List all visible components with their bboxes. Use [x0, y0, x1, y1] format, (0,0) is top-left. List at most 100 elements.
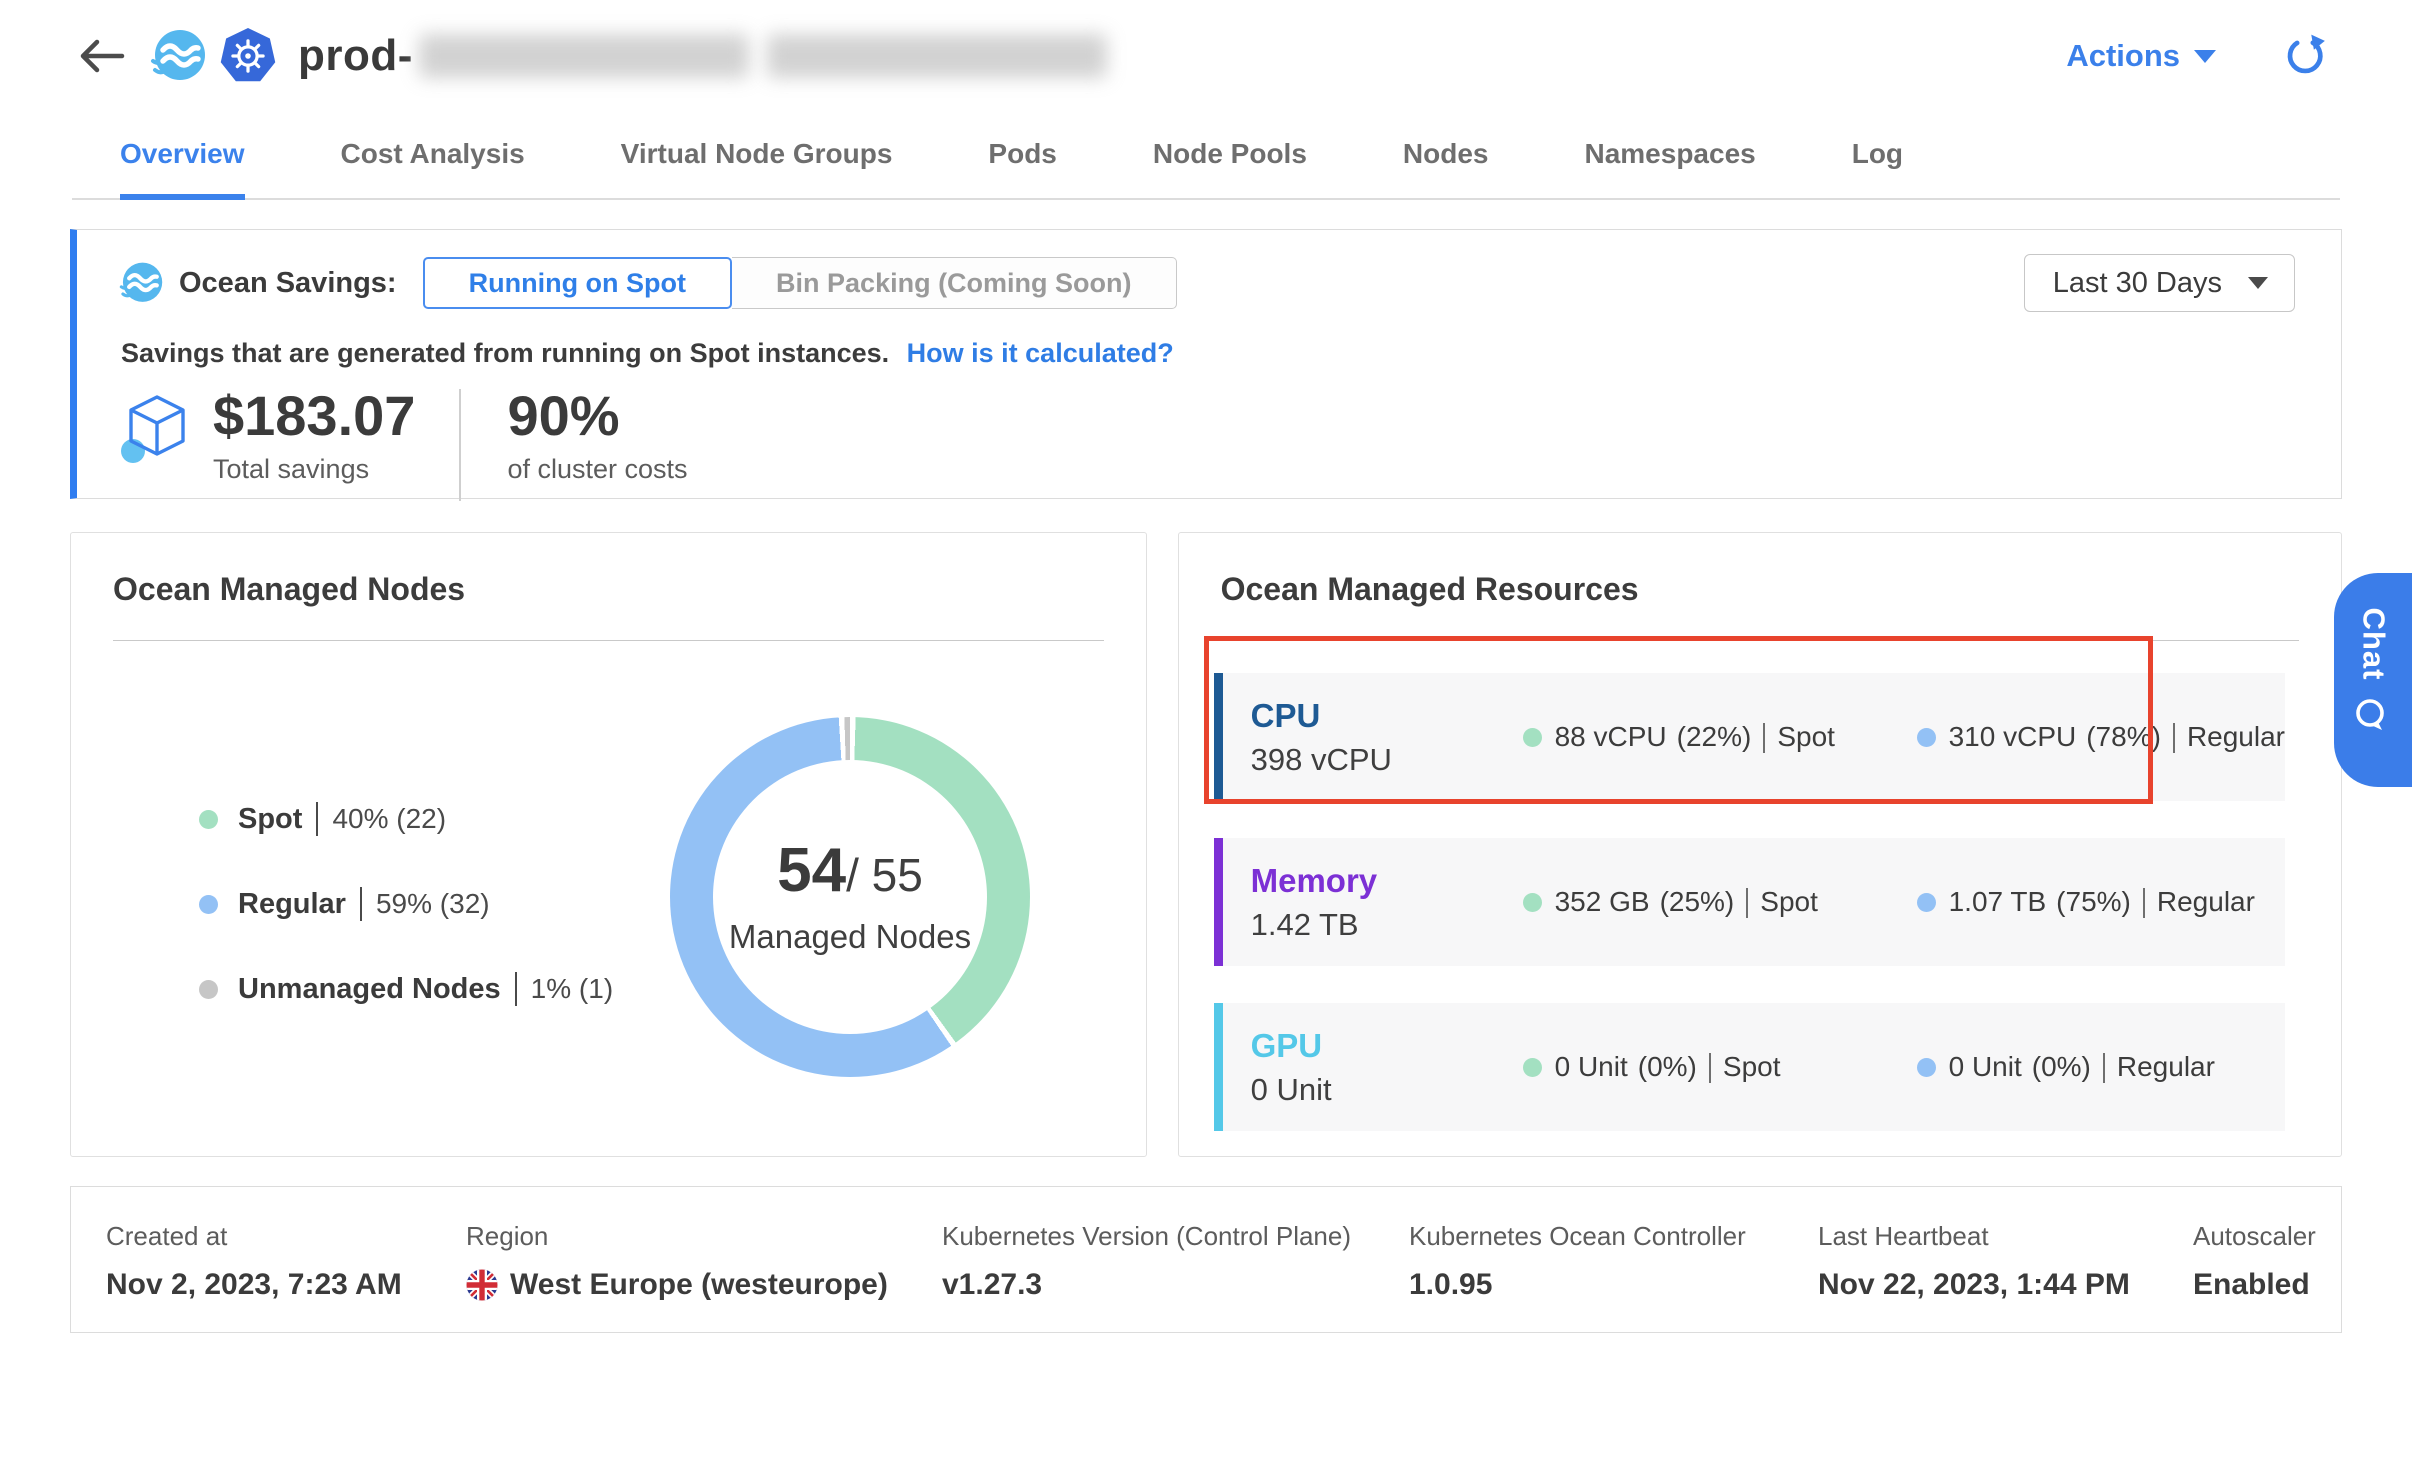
- actions-button-label: Actions: [2066, 38, 2180, 74]
- tab-node-pools[interactable]: Node Pools: [1153, 112, 1307, 200]
- legend-item-spot: Spot 40% (22): [199, 801, 613, 837]
- memory-name: Memory: [1251, 862, 1523, 900]
- gpu-accent-bar: [1214, 1003, 1223, 1131]
- legend-value: 59% (32): [376, 888, 490, 920]
- total-savings-label: Total savings: [213, 454, 415, 485]
- tab-cost-analysis[interactable]: Cost Analysis: [341, 112, 525, 200]
- legend-separator: [360, 887, 362, 921]
- uk-flag-icon: [466, 1269, 498, 1301]
- ocean-controller-col: Kubernetes Ocean Controller 1.0.95: [1409, 1221, 1818, 1332]
- legend-item-unmanaged: Unmanaged Nodes 1% (1): [199, 971, 613, 1007]
- cpu-stats: 88 vCPU(22%)Spot 310 vCPU(78%)Regular: [1523, 721, 2285, 753]
- memory-stats: 352 GB(25%)Spot 1.07 TB(75%)Regular: [1523, 886, 2255, 918]
- tab-pods[interactable]: Pods: [988, 112, 1056, 200]
- memory-regular-stat: 1.07 TB(75%)Regular: [1917, 886, 2255, 918]
- refresh-icon: [2282, 33, 2328, 79]
- ocean-cluster-overview-page: prod- Actions Overview Cost Analysis Vir…: [0, 0, 2412, 1478]
- nodes-card-title: Ocean Managed Nodes: [71, 533, 1146, 608]
- back-arrow-icon[interactable]: [76, 30, 128, 82]
- ocean-managed-resources-card: Ocean Managed Resources CPU 398 vCPU 88 …: [1178, 532, 2342, 1157]
- refresh-button[interactable]: [2282, 33, 2328, 79]
- memory-regular-text: 1.07 TB(75%)Regular: [1949, 886, 2255, 918]
- cluster-name-prefix: prod-: [298, 31, 413, 81]
- info-label: Kubernetes Version (Control Plane): [942, 1221, 1409, 1252]
- created-at-col: Created at Nov 2, 2023, 7:23 AM: [106, 1221, 466, 1332]
- info-label: Region: [466, 1221, 942, 1252]
- tab-log[interactable]: Log: [1852, 112, 1903, 200]
- gpu-stats: 0 Unit(0%)Spot 0 Unit(0%)Regular: [1523, 1051, 2253, 1083]
- legend-item-regular: Regular 59% (32): [199, 886, 613, 922]
- ocean-managed-nodes-card: Ocean Managed Nodes Spot 40% (22) Regula…: [70, 532, 1147, 1157]
- cpu-name: CPU: [1251, 697, 1523, 735]
- info-label: Kubernetes Ocean Controller: [1409, 1221, 1818, 1252]
- spot-dot-icon: [1523, 893, 1542, 912]
- donut-caption: Managed Nodes: [729, 916, 971, 959]
- chat-button[interactable]: Chat: [2334, 573, 2412, 787]
- cpu-resource-row: CPU 398 vCPU 88 vCPU(22%)Spot 310 vCPU(7…: [1214, 673, 2285, 801]
- last-heartbeat-value: Nov 22, 2023, 1:44 PM: [1818, 1268, 2193, 1302]
- cpu-accent-bar: [1214, 673, 1223, 801]
- legend-label: Unmanaged Nodes: [238, 973, 501, 1006]
- date-range-value: Last 30 Days: [2053, 267, 2222, 300]
- chevron-down-icon: [2248, 277, 2268, 289]
- gpu-regular-text: 0 Unit(0%)Regular: [1949, 1051, 2215, 1083]
- nodes-legend: Spot 40% (22) Regular 59% (32) Unmanaged…: [199, 801, 613, 1007]
- memory-spot-stat: 352 GB(25%)Spot: [1523, 886, 1859, 918]
- card-divider: [113, 640, 1104, 641]
- savings-description: Savings that are generated from running …: [121, 338, 889, 368]
- donut-center: 54/ 55 Managed Nodes: [713, 760, 987, 1034]
- legend-label: Spot: [238, 803, 302, 836]
- gpu-resource-row: GPU 0 Unit 0 Unit(0%)Spot 0 Unit(0%)Regu…: [1214, 1003, 2285, 1131]
- tab-virtual-node-groups[interactable]: Virtual Node Groups: [621, 112, 893, 200]
- resources-card-title: Ocean Managed Resources: [1179, 533, 2341, 608]
- top-bar: prod- Actions: [0, 0, 2412, 112]
- kubernetes-logo-icon: [220, 28, 276, 84]
- regular-dot-icon: [1917, 728, 1936, 747]
- card-divider: [1221, 640, 2299, 641]
- chevron-down-icon: [2194, 50, 2216, 63]
- chat-bubble-icon: [2352, 696, 2390, 734]
- redacted-cluster-id: [767, 34, 1107, 78]
- running-on-spot-toggle[interactable]: Running on Spot: [423, 257, 732, 309]
- legend-separator: [316, 802, 318, 836]
- regular-dot-icon: [199, 895, 218, 914]
- cluster-cost-percent: 90%: [507, 387, 687, 446]
- k8s-version-value: v1.27.3: [942, 1268, 1409, 1302]
- redacted-cluster-name: [419, 34, 749, 78]
- spot-dot-icon: [1523, 1058, 1542, 1077]
- cpu-spot-stat: 88 vCPU(22%)Spot: [1523, 721, 1859, 753]
- ocean-controller-value: 1.0.95: [1409, 1268, 1818, 1302]
- cpu-head: CPU 398 vCPU: [1251, 697, 1523, 778]
- ocean-savings-panel: Ocean Savings: Running on Spot Bin Packi…: [70, 229, 2342, 499]
- k8s-version-col: Kubernetes Version (Control Plane) v1.27…: [942, 1221, 1409, 1332]
- legend-separator: [515, 972, 517, 1006]
- tab-overview[interactable]: Overview: [120, 112, 245, 200]
- gpu-head: GPU 0 Unit: [1251, 1027, 1523, 1108]
- unmanaged-dot-icon: [199, 980, 218, 999]
- tab-namespaces[interactable]: Namespaces: [1584, 112, 1755, 200]
- gpu-spot-stat: 0 Unit(0%)Spot: [1523, 1051, 1859, 1083]
- spot-dot-icon: [1523, 728, 1542, 747]
- cpu-regular-stat: 310 vCPU(78%)Regular: [1917, 721, 2285, 753]
- cpu-total: 398 vCPU: [1251, 742, 1523, 778]
- date-range-dropdown[interactable]: Last 30 Days: [2024, 254, 2295, 312]
- cpu-regular-text: 310 vCPU(78%)Regular: [1949, 721, 2285, 753]
- gpu-name: GPU: [1251, 1027, 1523, 1065]
- last-heartbeat-col: Last Heartbeat Nov 22, 2023, 1:44 PM: [1818, 1221, 2193, 1332]
- cluster-cost-label: of cluster costs: [507, 454, 687, 485]
- how-calculated-link[interactable]: How is it calculated?: [907, 338, 1174, 368]
- total-savings-value: $183.07: [213, 387, 415, 446]
- memory-head: Memory 1.42 TB: [1251, 862, 1523, 943]
- cpu-spot-text: 88 vCPU(22%)Spot: [1555, 721, 1835, 753]
- memory-spot-text: 352 GB(25%)Spot: [1555, 886, 1818, 918]
- bin-packing-toggle[interactable]: Bin Packing (Coming Soon): [732, 257, 1177, 309]
- savings-mode-toggle: Running on Spot Bin Packing (Coming Soon…: [423, 257, 1177, 309]
- tab-nodes[interactable]: Nodes: [1403, 112, 1489, 200]
- actions-button[interactable]: Actions: [2066, 38, 2216, 74]
- autoscaler-col: Autoscaler Enabled: [2193, 1221, 2341, 1332]
- memory-accent-bar: [1214, 838, 1223, 966]
- overview-cards: Ocean Managed Nodes Spot 40% (22) Regula…: [70, 532, 2342, 1157]
- info-label: Last Heartbeat: [1818, 1221, 2193, 1252]
- ocean-logo-icon: [150, 28, 206, 84]
- top-bar-actions: Actions: [2066, 33, 2328, 79]
